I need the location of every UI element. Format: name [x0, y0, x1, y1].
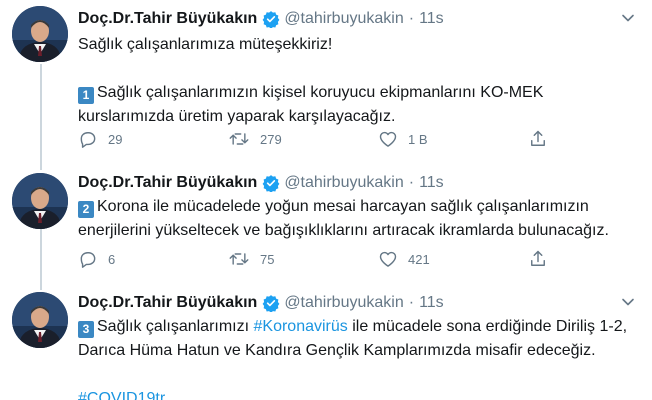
text-line: Darıca Hüma Hatun ve Kandıra Gençlik Kam… [78, 342, 596, 359]
hashtag-link[interactable]: #COVID19tr [78, 390, 165, 400]
text-line [78, 57, 622, 81]
share-button[interactable] [528, 129, 548, 149]
text-line: kurslarımızda üretim yaparak karşılayaca… [78, 108, 396, 125]
reply-count: 6 [108, 251, 116, 267]
retweet-button[interactable]: 279 [228, 129, 378, 149]
avatar[interactable] [12, 6, 68, 62]
tweet-text: 2 Korona ile mücadelede yoğun mesai harca… [78, 195, 622, 243]
tweet[interactable]: Doç.Dr.Tahir Büyükakın @tahirbuyukakin ·… [0, 0, 652, 160]
author-handle[interactable]: @tahirbuyukakin [284, 174, 403, 192]
keycap-two-icon: 2 [78, 201, 94, 218]
tweet[interactable]: Doç.Dr.Tahir Büyükakın @tahirbuyukakin ·… [0, 290, 652, 400]
keycap-one-icon: 1 [78, 87, 94, 104]
like-button[interactable]: 1 B [378, 129, 528, 149]
separator-dot: · [408, 174, 415, 191]
share-icon [531, 130, 545, 146]
tweet-actions: 6 75 421 [78, 248, 548, 270]
keycap-three-icon: 3 [78, 321, 94, 338]
hashtag-link[interactable]: #Koronavirüs [254, 318, 348, 335]
retweet-icon [229, 253, 249, 265]
text-line: enerjilerini yükseltecek ve bağışıklıkla… [78, 222, 609, 239]
text-line: 1 Sağlık çalışanlarımızın kişisel koruyuc… [78, 81, 622, 105]
reply-count: 29 [108, 131, 123, 147]
like-count: 421 [408, 251, 430, 267]
chevron-down-icon[interactable] [618, 292, 638, 312]
tweet[interactable]: Doç.Dr.Tahir Büyükakın @tahirbuyukakin ·… [0, 170, 652, 285]
tweet-text: 3 Sağlık çalışanlarımızı #Koronavirüs ile… [78, 315, 627, 400]
retweet-count: 279 [260, 131, 282, 147]
author-name[interactable]: Doç.Dr.Tahir Büyükakın [78, 294, 257, 312]
text-line [78, 363, 622, 387]
timestamp[interactable]: 11s [419, 10, 444, 28]
text-line: 2 Korona ile mücadelede yoğun mesai harca… [78, 195, 622, 219]
share-button[interactable] [528, 249, 548, 269]
author-handle[interactable]: @tahirbuyukakin [284, 10, 403, 28]
text-line: 3 Sağlık çalışanlarımızı #Koronavirüs ile… [78, 315, 627, 339]
like-icon [379, 251, 397, 267]
avatar[interactable] [12, 292, 68, 348]
avatar[interactable] [12, 173, 68, 229]
separator-dot: · [408, 10, 415, 27]
share-icon [531, 250, 545, 266]
text-line: Sağlık çalışanlarımıza müteşekkiriz! [78, 36, 333, 53]
tweet-actions: 29 279 1 B [78, 128, 548, 150]
retweet-icon [229, 133, 249, 145]
reply-button[interactable]: 29 [78, 129, 228, 149]
separator-dot: · [408, 294, 415, 311]
verified-badge-icon [262, 294, 280, 312]
verified-badge-icon [262, 10, 280, 28]
timestamp[interactable]: 11s [419, 174, 444, 192]
like-button[interactable]: 421 [378, 249, 528, 269]
retweet-button[interactable]: 75 [228, 249, 378, 269]
author-name[interactable]: Doç.Dr.Tahir Büyükakın [78, 174, 257, 192]
author-handle[interactable]: @tahirbuyukakin [284, 294, 403, 312]
text-line: #COVID19tr [78, 387, 622, 400]
reply-icon [80, 252, 96, 268]
chevron-down-icon[interactable] [618, 8, 638, 28]
verified-badge-icon [262, 174, 280, 192]
like-icon [379, 131, 397, 147]
tweet-text: Sağlık çalışanlarımıza müteşekkiriz! 1 Sa… [78, 33, 622, 129]
like-count: 1 B [408, 131, 428, 147]
reply-button[interactable]: 6 [78, 249, 228, 269]
retweet-count: 75 [260, 251, 275, 267]
timestamp[interactable]: 11s [419, 294, 444, 312]
author-name[interactable]: Doç.Dr.Tahir Büyükakın [78, 10, 257, 28]
reply-icon [80, 132, 96, 148]
